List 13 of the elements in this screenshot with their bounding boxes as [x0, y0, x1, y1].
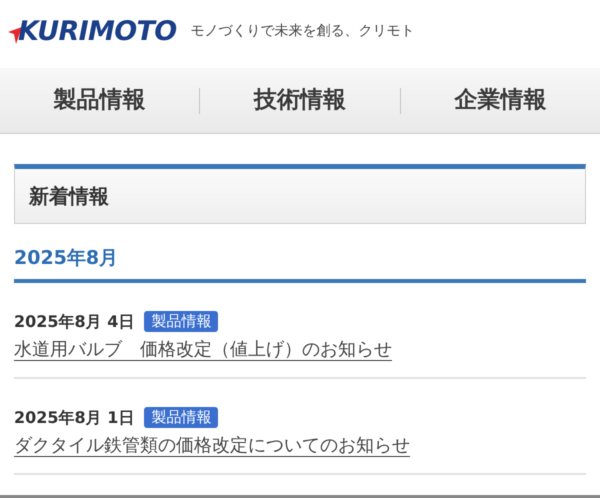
section-title: 新着情報	[29, 183, 109, 210]
tagline: モノづくりで未来を創る、クリモト	[190, 22, 415, 40]
news-link[interactable]: 水道用バルブ 価格改定（値上げ）のお知らせ	[14, 336, 392, 362]
category-tag: 製品情報	[144, 407, 218, 428]
news-date: 2025年8月 4日	[14, 310, 134, 332]
logo[interactable]: KURIMOTO	[18, 18, 177, 44]
category-tag: 製品情報	[144, 311, 218, 332]
news-date: 2025年8月 1日	[14, 406, 134, 428]
nav-link[interactable]: 技術情報	[200, 83, 400, 118]
nav-link[interactable]: 企業情報	[400, 83, 600, 118]
news-link[interactable]: ダクタイル鉄管類の価格改定についてのお知らせ	[14, 432, 410, 458]
month-heading: 2025年8月	[14, 247, 118, 269]
nav-link[interactable]: 製品情報	[0, 83, 200, 118]
